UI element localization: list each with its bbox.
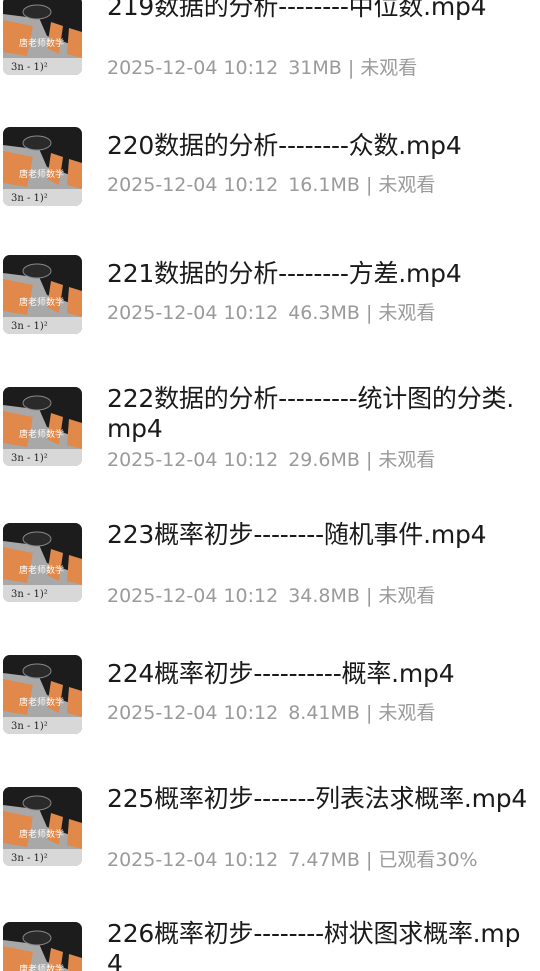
watch-status: 未观看 xyxy=(360,57,418,79)
video-title: 220数据的分析--------众数.mp4 xyxy=(107,131,462,160)
video-size: 34.8MB xyxy=(288,585,360,607)
video-date: 2025-12-04 10:12 xyxy=(107,849,279,871)
video-date: 2025-12-04 10:12 xyxy=(107,585,279,607)
video-date: 2025-12-04 10:12 xyxy=(107,302,279,324)
thumbnail-image: 3n - 1)² 唐老师数学 xyxy=(3,387,82,466)
meta-separator: | xyxy=(365,302,373,324)
video-title: 224概率初步----------概率.mp4 xyxy=(107,659,455,688)
video-meta: 2025-12-04 10:12 31MB | 未观看 xyxy=(107,56,417,80)
svg-text:3n - 1)²: 3n - 1)² xyxy=(11,589,48,600)
svg-text:3n - 1)²: 3n - 1)² xyxy=(11,193,48,204)
watch-status: 未观看 xyxy=(378,174,436,196)
svg-text:唐老师数学: 唐老师数学 xyxy=(19,696,64,708)
svg-text:唐老师数学: 唐老师数学 xyxy=(19,564,64,576)
video-thumbnail[interactable]: 唐老师数学 xyxy=(3,922,82,971)
thumbnail-image: 3n - 1)² 唐老师数学 xyxy=(3,0,82,75)
video-date: 2025-12-04 10:12 xyxy=(107,57,279,79)
meta-separator: | xyxy=(365,585,373,607)
video-meta: 2025-12-04 10:12 7.47MB | 已观看30% xyxy=(107,848,478,872)
video-size: 46.3MB xyxy=(288,302,360,324)
watch-status: 未观看 xyxy=(378,702,436,724)
meta-separator: | xyxy=(365,849,373,871)
video-date: 2025-12-04 10:12 xyxy=(107,702,279,724)
thumbnail-image: 3n - 1)² 唐老师数学 xyxy=(3,523,82,602)
svg-text:唐老师数学: 唐老师数学 xyxy=(19,168,64,180)
video-date: 2025-12-04 10:12 xyxy=(107,449,279,471)
video-title: 221数据的分析--------方差.mp4 xyxy=(107,259,462,288)
video-thumbnail[interactable]: 3n - 1)² 唐老师数学 xyxy=(3,787,82,866)
thumbnail-image: 3n - 1)² 唐老师数学 xyxy=(3,787,82,866)
video-size: 31MB xyxy=(288,57,342,79)
meta-separator: | xyxy=(347,57,355,79)
thumbnail-image: 3n - 1)² 唐老师数学 xyxy=(3,127,82,206)
video-size: 29.6MB xyxy=(288,449,360,471)
video-date: 2025-12-04 10:12 xyxy=(107,174,279,196)
watch-status: 未观看 xyxy=(378,585,436,607)
video-title: 223概率初步--------随机事件.mp4 xyxy=(107,520,487,549)
video-thumbnail[interactable]: 3n - 1)² 唐老师数学 xyxy=(3,387,82,466)
svg-text:唐老师数学: 唐老师数学 xyxy=(19,428,64,440)
video-meta: 2025-12-04 10:12 34.8MB | 未观看 xyxy=(107,584,435,608)
thumbnail-image: 3n - 1)² 唐老师数学 xyxy=(3,255,82,334)
video-size: 7.47MB xyxy=(288,849,360,871)
video-thumbnail[interactable]: 3n - 1)² 唐老师数学 xyxy=(3,127,82,206)
svg-text:唐老师数学: 唐老师数学 xyxy=(19,963,64,971)
meta-separator: | xyxy=(365,449,373,471)
video-title: 219数据的分析--------中位数.mp4 xyxy=(107,0,487,21)
svg-text:3n - 1)²: 3n - 1)² xyxy=(11,721,48,732)
video-thumbnail[interactable]: 3n - 1)² 唐老师数学 xyxy=(3,523,82,602)
video-meta: 2025-12-04 10:12 8.41MB | 未观看 xyxy=(107,701,435,725)
video-title: 222数据的分析---------统计图的分类.mp4 xyxy=(107,384,515,443)
svg-text:3n - 1)²: 3n - 1)² xyxy=(11,453,48,464)
svg-text:3n - 1)²: 3n - 1)² xyxy=(11,321,48,332)
video-thumbnail[interactable]: 3n - 1)² 唐老师数学 xyxy=(3,655,82,734)
video-size: 8.41MB xyxy=(288,702,360,724)
watch-status: 已观看30% xyxy=(378,849,478,871)
video-thumbnail[interactable]: 3n - 1)² 唐老师数学 xyxy=(3,0,82,75)
video-size: 16.1MB xyxy=(288,174,360,196)
watch-status: 未观看 xyxy=(378,302,436,324)
thumbnail-image: 3n - 1)² 唐老师数学 xyxy=(3,655,82,734)
video-thumbnail[interactable]: 3n - 1)² 唐老师数学 xyxy=(3,255,82,334)
meta-separator: | xyxy=(365,174,373,196)
video-meta: 2025-12-04 10:12 46.3MB | 未观看 xyxy=(107,301,435,325)
watch-status: 未观看 xyxy=(378,449,436,471)
video-title: 226概率初步--------树状图求概率.mp4 xyxy=(107,919,521,971)
video-title: 225概率初步-------列表法求概率.mp4 xyxy=(107,784,528,813)
svg-text:3n - 1)²: 3n - 1)² xyxy=(11,853,48,864)
video-meta: 2025-12-04 10:12 16.1MB | 未观看 xyxy=(107,173,435,197)
svg-text:唐老师数学: 唐老师数学 xyxy=(19,296,64,308)
thumbnail-image: 唐老师数学 xyxy=(3,922,82,971)
svg-text:3n - 1)²: 3n - 1)² xyxy=(11,62,48,73)
svg-text:唐老师数学: 唐老师数学 xyxy=(19,828,64,840)
svg-text:唐老师数学: 唐老师数学 xyxy=(19,37,64,49)
video-meta: 2025-12-04 10:12 29.6MB | 未观看 xyxy=(107,448,435,472)
meta-separator: | xyxy=(365,702,373,724)
